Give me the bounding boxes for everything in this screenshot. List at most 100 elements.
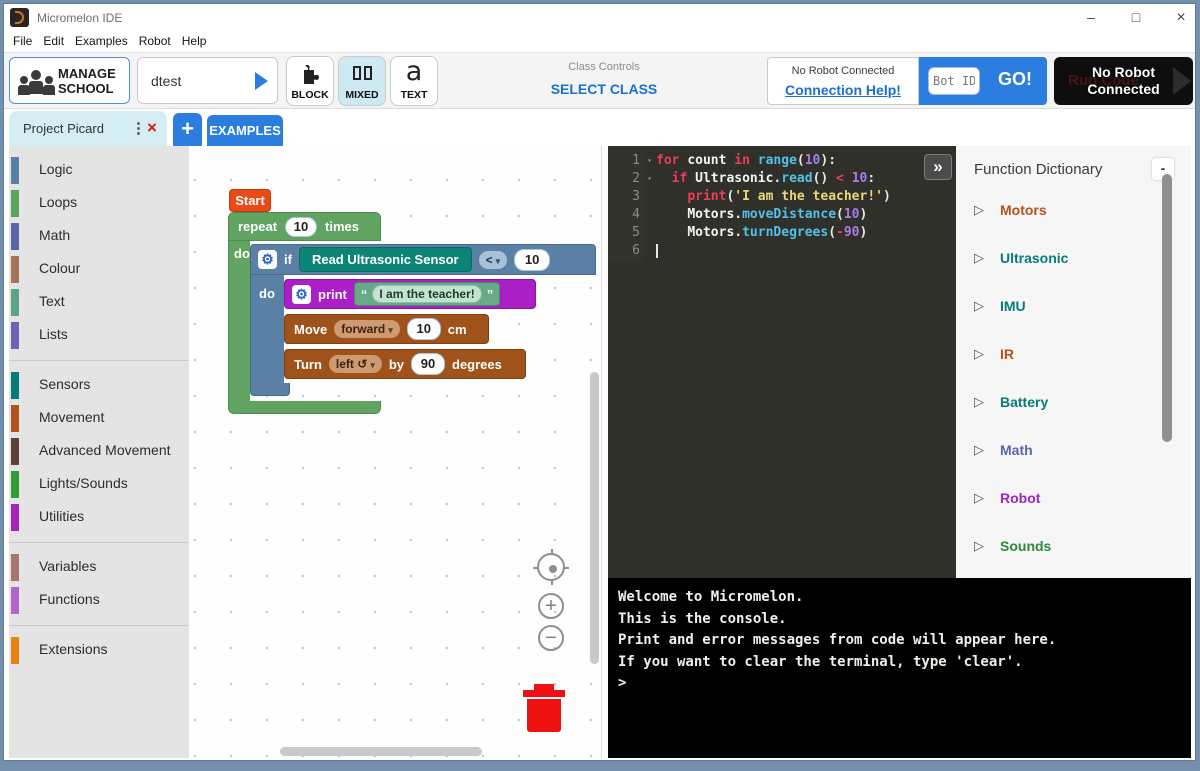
expand-triangle-icon[interactable]: ▷ [974,298,984,314]
start-block[interactable]: Start [229,189,271,212]
sidebar-item-colour[interactable]: Colour [9,253,189,286]
threshold-field[interactable]: 10 [514,249,550,271]
sidebar-item-variables[interactable]: Variables [9,551,189,584]
distance-field[interactable]: 10 [407,318,441,340]
editor-line[interactable]: 6 [608,242,956,260]
if-do-label: do [259,286,275,301]
expand-triangle-icon[interactable]: ▷ [974,346,984,362]
project-name-field[interactable]: dtest [137,57,278,104]
function-dictionary-item-ir[interactable]: ▷IR [956,334,1191,382]
comparator-dropdown[interactable]: <▾ [479,251,508,269]
expand-triangle-icon[interactable]: ▷ [974,394,984,410]
degrees-field[interactable]: 90 [411,353,445,375]
expand-triangle-icon[interactable]: ▷ [974,490,984,506]
menu-bar: File Edit Examples Robot Help [4,31,1195,52]
expand-triangle-icon[interactable]: ▷ [974,250,984,266]
line-number: 1▾ [608,152,644,170]
editor-line[interactable]: 2▾ if Ultrasonic.read() < 10: [608,170,956,188]
expand-triangle-icon[interactable]: ▷ [974,538,984,554]
fold-marker-icon[interactable]: ▾ [647,170,652,188]
sidebar-group: Extensions [9,626,189,675]
zoom-out-button[interactable]: − [538,625,564,651]
workspace-vertical-scrollbar[interactable] [590,372,599,664]
sidebar-item-math[interactable]: Math [9,220,189,253]
go-button[interactable]: GO! [987,69,1043,90]
direction-dropdown[interactable]: forward▾ [334,320,400,338]
window-close-button[interactable]: × [1166,8,1196,27]
sidebar-item-logic[interactable]: Logic [9,154,189,187]
trash-icon[interactable] [522,682,566,732]
tab-close-icon[interactable]: × [147,118,157,138]
read-ultrasonic-sensor-block[interactable]: Read Ultrasonic Sensor [299,247,472,272]
sidebar-item-utilities[interactable]: Utilities [9,501,189,534]
sidebar-item-extensions[interactable]: Extensions [9,634,189,667]
if-block[interactable]: ⚙ if Read Ultrasonic Sensor <▾ 10 [250,244,596,275]
blockly-workspace[interactable]: Start repeat 10 times do ⚙ if Read Ultra… [189,146,602,758]
turn-label: Turn [294,357,322,372]
bot-id-input[interactable] [928,67,980,95]
menu-item-file[interactable]: File [13,34,32,48]
function-dictionary-item-motors[interactable]: ▷Motors [956,190,1191,238]
string-text-field[interactable]: I am the teacher! [372,285,481,303]
tab-menu-icon[interactable]: ⋮ [131,119,146,137]
zoom-in-button[interactable]: + [538,593,564,619]
window-maximize-button[interactable]: □ [1121,8,1151,27]
sidebar-item-advanced-movement[interactable]: Advanced Movement [9,435,189,468]
string-block[interactable]: “ I am the teacher! ” [354,282,500,306]
function-dictionary-scrollbar[interactable] [1162,174,1172,442]
window-minimize-button[interactable]: – [1076,8,1106,27]
collapse-panel-button[interactable]: » [924,154,952,180]
sidebar-item-lists[interactable]: Lists [9,319,189,352]
function-dictionary-item-ultrasonic[interactable]: ▷Ultrasonic [956,238,1191,286]
sidebar-item-loops[interactable]: Loops [9,187,189,220]
menu-item-help[interactable]: Help [182,34,207,48]
sidebar-item-sensors[interactable]: Sensors [9,369,189,402]
menu-item-robot[interactable]: Robot [139,34,171,48]
move-block[interactable]: Move forward▾ 10 cm [284,314,489,344]
gear-icon[interactable]: ⚙ [258,250,277,269]
repeat-block[interactable]: repeat 10 times [228,212,381,241]
sidebar-item-label: Logic [39,161,72,177]
turn-block[interactable]: Turn left ↺▾ by 90 degrees [284,349,526,379]
sidebar-item-lights-sounds[interactable]: Lights/Sounds [9,468,189,501]
gear-icon[interactable]: ⚙ [292,285,311,304]
view-mode-block-button[interactable]: BLOCK [286,56,334,106]
workspace-horizontal-scrollbar[interactable] [280,747,482,756]
editor-line[interactable]: 3 print('I am the teacher!') [608,188,956,206]
manage-school-button[interactable]: MANAGE SCHOOL [9,57,130,104]
play-icon[interactable] [255,72,268,90]
editor-line[interactable]: 4 Motors.moveDistance(10) [608,206,956,224]
print-block[interactable]: ⚙ print “ I am the teacher! ” [284,279,536,309]
editor-line[interactable]: 1▾for count in range(10): [608,152,956,170]
function-dictionary-item-imu[interactable]: ▷IMU [956,286,1191,334]
run-code-button[interactable]: Run Code No Robot Connected [1054,57,1193,105]
fold-marker-icon[interactable]: ▾ [647,152,652,170]
examples-button[interactable]: EXAMPLES [207,115,283,146]
category-color-bar [11,289,19,316]
select-class-button[interactable]: SELECT CLASS [524,81,684,97]
editor-line[interactable]: 5 Motors.turnDegrees(-90) [608,224,956,242]
expand-triangle-icon[interactable]: ▷ [974,202,984,218]
function-dictionary-item-battery[interactable]: ▷Battery [956,382,1191,430]
menu-item-edit[interactable]: Edit [43,34,64,48]
people-icon [18,70,54,96]
sidebar-item-functions[interactable]: Functions [9,584,189,617]
connection-help-link[interactable]: Connection Help! [768,82,918,98]
console-terminal[interactable]: Welcome to Micromelon.This is the consol… [608,578,1191,758]
view-mode-text-button[interactable]: a TEXT [390,56,438,106]
menu-item-examples[interactable]: Examples [75,34,128,48]
function-dictionary-item-sounds[interactable]: ▷Sounds [956,526,1191,574]
add-tab-button[interactable]: + [173,113,202,146]
turn-direction-dropdown[interactable]: left ↺▾ [329,355,382,373]
function-dictionary-item-robot[interactable]: ▷Robot [956,478,1191,526]
sidebar-item-text[interactable]: Text [9,286,189,319]
function-dictionary-item-math[interactable]: ▷Math [956,430,1191,478]
expand-triangle-icon[interactable]: ▷ [974,442,984,458]
class-controls-label: Class Controls [544,61,664,73]
view-mode-mixed-button[interactable]: MIXED [338,56,386,106]
zoom-reset-button[interactable] [537,553,565,581]
code-editor[interactable]: 1▾for count in range(10):2▾ if Ultrasoni… [608,146,956,578]
repeat-count-field[interactable]: 10 [285,217,317,237]
sidebar-item-movement[interactable]: Movement [9,402,189,435]
tab-project-picard[interactable]: Project Picard ⋮ × [9,111,167,146]
